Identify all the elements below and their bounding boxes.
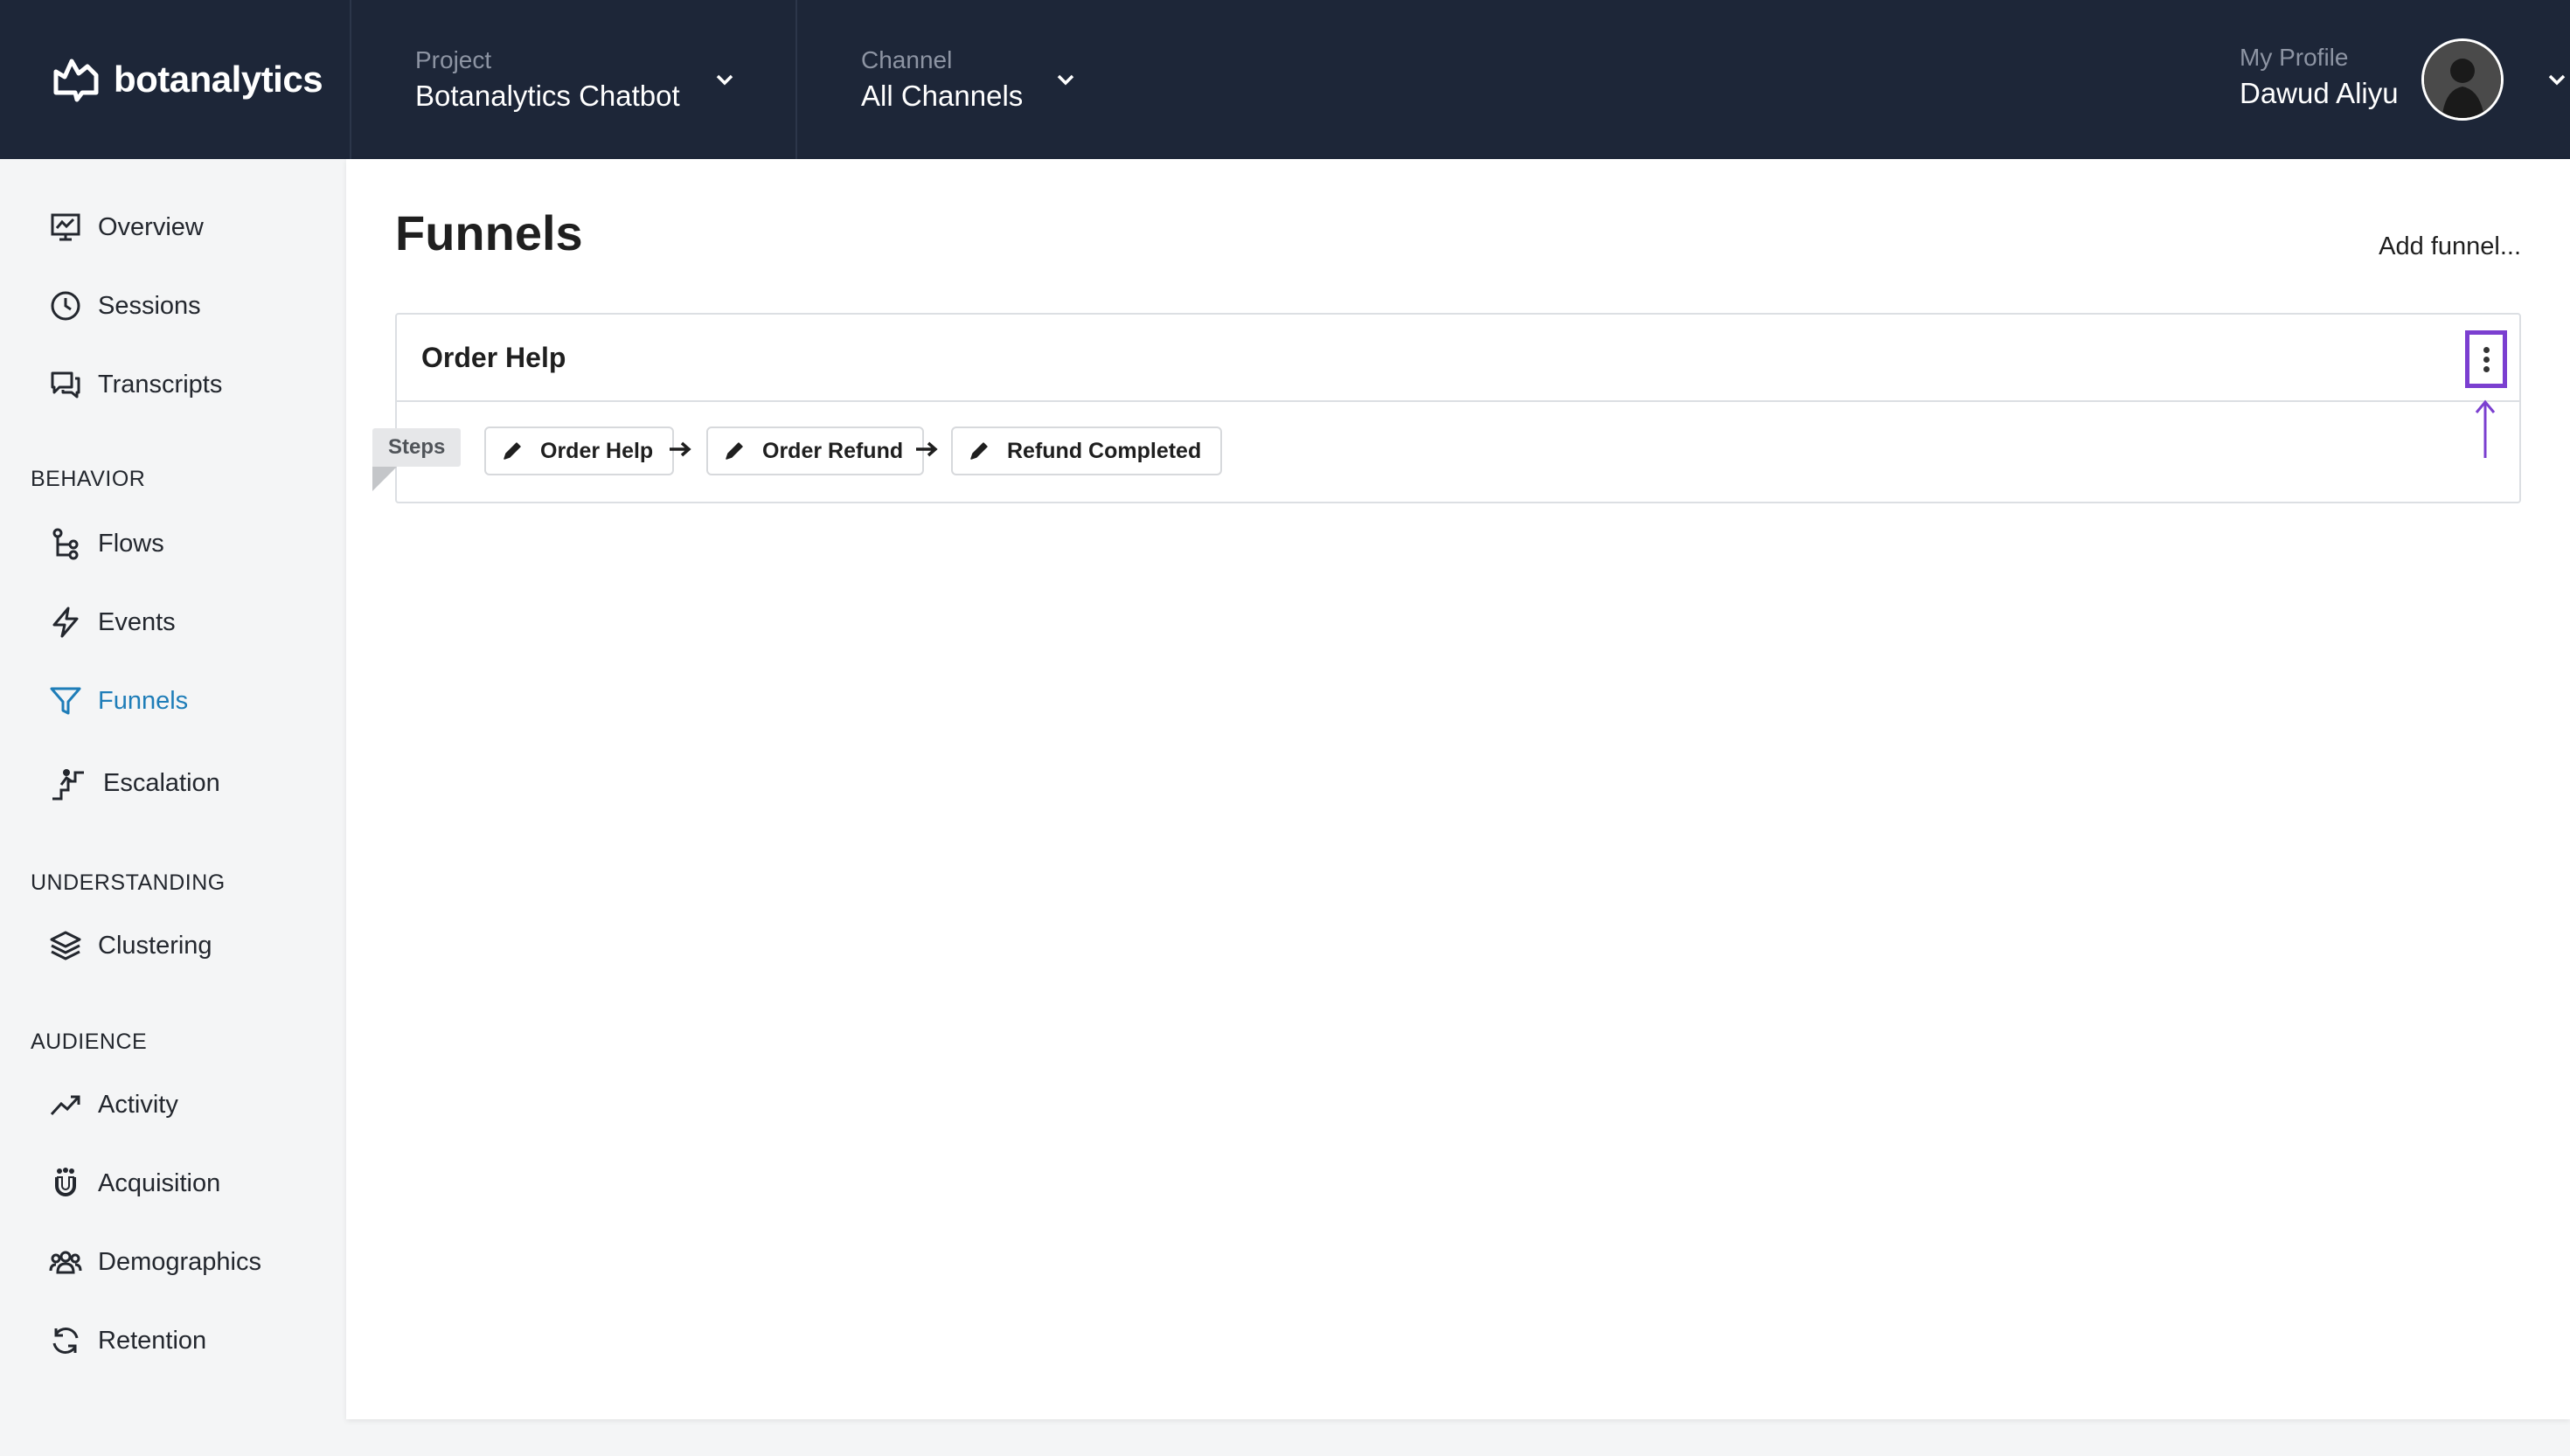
botanalytics-logo-icon <box>53 59 99 102</box>
project-label: Project <box>415 46 492 73</box>
profile-name: Dawud Aliyu <box>2240 77 2399 109</box>
brand-name: botanalytics <box>114 59 323 100</box>
project-value: Botanalytics Chatbot <box>415 80 680 112</box>
avatar-photo-icon <box>2424 41 2501 118</box>
layers-icon <box>50 931 81 960</box>
sidebar: Overview Sessions Transcripts BEHAVIOR F… <box>0 159 346 1456</box>
funnel-icon <box>50 687 81 715</box>
channel-value: All Channels <box>861 80 1024 112</box>
funnel-step[interactable]: Order Refund <box>706 426 925 475</box>
project-selector[interactable]: Project Botanalytics Chatbot <box>351 0 797 159</box>
sidebar-item-demographics[interactable]: Demographics <box>49 1236 261 1288</box>
sidebar-item-label: Flows <box>98 529 164 558</box>
chevron-down-icon <box>716 74 733 86</box>
funnel-step-label: Order Refund <box>762 438 904 463</box>
funnel-name: Order Help <box>421 341 566 373</box>
avatar[interactable] <box>2421 38 2504 121</box>
more-options-button[interactable] <box>2465 330 2507 388</box>
sidebar-item-label: Sessions <box>98 291 201 320</box>
magnet-icon <box>55 1168 76 1196</box>
sidebar-item-retention[interactable]: Retention <box>49 1314 206 1367</box>
section-heading-behavior: BEHAVIOR <box>31 467 146 491</box>
sidebar-item-escalation[interactable]: Escalation <box>49 757 220 809</box>
sidebar-item-label: Funnels <box>98 686 189 715</box>
clock-icon <box>51 291 80 321</box>
sidebar-item-label: Clustering <box>98 931 212 960</box>
sidebar-item-label: Acquisition <box>98 1168 221 1197</box>
kebab-dot-icon <box>2483 365 2490 372</box>
page-title: Funnels <box>395 205 583 260</box>
sidebar-item-label: Retention <box>98 1326 207 1355</box>
funnel-step-label: Refund Completed <box>1007 438 1202 463</box>
kebab-dot-icon <box>2483 346 2490 353</box>
flow-icon <box>52 528 79 560</box>
steps-tag: Steps <box>372 428 462 467</box>
sidebar-item-label: Activity <box>98 1090 178 1119</box>
sidebar-item-label: Escalation <box>103 768 220 797</box>
funnel-step[interactable]: Refund Completed <box>951 426 1223 475</box>
sidebar-item-activity[interactable]: Activity <box>49 1078 178 1131</box>
refresh-icon <box>52 1328 79 1354</box>
chevron-down-icon <box>1057 74 1074 86</box>
channel-selector[interactable]: Channel All Channels <box>797 0 1147 159</box>
brand-logo[interactable]: botanalytics <box>0 0 351 159</box>
profile-label: My Profile <box>2240 44 2349 71</box>
section-heading-understanding: UNDERSTANDING <box>31 870 226 895</box>
arrow-up-icon <box>2475 399 2496 458</box>
funnel-step[interactable]: Order Help <box>484 426 675 475</box>
sidebar-item-label: Events <box>98 607 176 636</box>
kebab-dot-icon <box>2483 356 2490 363</box>
sidebar-item-funnels[interactable]: Funnels <box>49 675 188 727</box>
arrow-right-icon <box>916 441 938 457</box>
sidebar-item-clustering[interactable]: Clustering <box>49 919 212 972</box>
overview-icon <box>51 213 80 241</box>
pencil-icon[interactable] <box>502 440 523 461</box>
arrow-right-icon <box>670 441 691 457</box>
main-content: Funnels Add funnel... Order Help Steps O… <box>346 159 2570 1419</box>
bolt-icon <box>52 607 79 638</box>
sidebar-item-label: Demographics <box>98 1247 261 1276</box>
funnel-card-header: Order Help <box>397 315 2519 402</box>
add-funnel-button[interactable]: Add funnel... <box>2379 232 2521 261</box>
sidebar-item-label: Transcripts <box>98 370 223 399</box>
channel-label: Channel <box>861 46 953 73</box>
sidebar-item-acquisition[interactable]: Acquisition <box>49 1157 220 1210</box>
sidebar-item-transcripts[interactable]: Transcripts <box>49 358 222 411</box>
profile-menu[interactable]: My Profile Dawud Aliyu <box>2185 0 2570 159</box>
sidebar-item-label: Overview <box>98 212 204 241</box>
pencil-icon[interactable] <box>724 440 745 461</box>
trend-icon <box>50 1095 80 1116</box>
sidebar-item-overview[interactable]: Overview <box>49 201 204 253</box>
escalation-icon <box>52 769 84 801</box>
sidebar-item-flows[interactable]: Flows <box>49 517 164 570</box>
sidebar-item-sessions[interactable]: Sessions <box>49 280 201 332</box>
funnel-step-label: Order Help <box>540 438 654 463</box>
chevron-down-icon <box>2548 74 2566 86</box>
funnel-card: Order Help Steps Order Help Order Refund <box>372 313 2521 503</box>
section-heading-audience: AUDIENCE <box>31 1030 148 1054</box>
pencil-icon[interactable] <box>969 440 990 461</box>
top-bar: botanalytics Project Botanalytics Chatbo… <box>0 0 2570 159</box>
people-icon <box>49 1251 82 1274</box>
sidebar-item-events[interactable]: Events <box>49 596 176 648</box>
chat-icon <box>51 371 80 399</box>
